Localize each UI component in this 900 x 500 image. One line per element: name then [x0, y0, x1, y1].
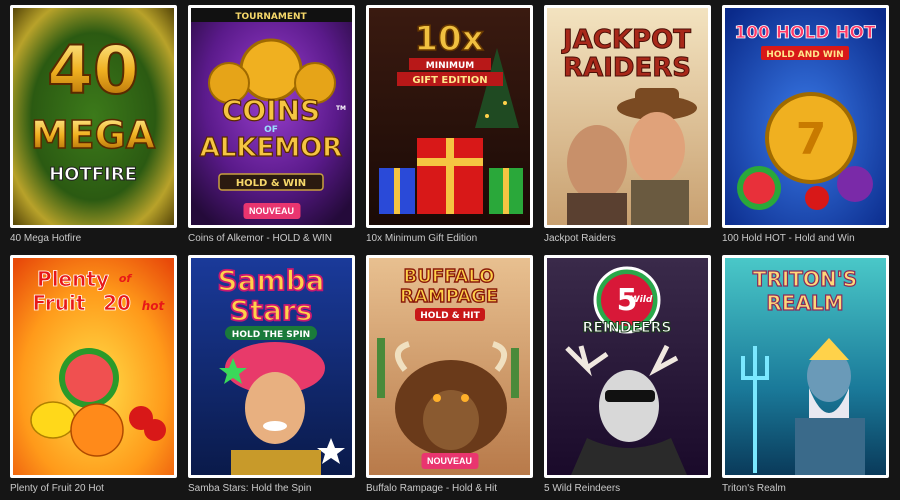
art-line1: 100 HOLD HOT	[734, 23, 876, 43]
art-line1: JACKPOT	[561, 25, 691, 55]
art-line2: REALM	[766, 291, 843, 315]
game-art: 40 MEGA HOTFIRE	[13, 8, 174, 225]
game-title[interactable]: Coins of Alkemor - HOLD & WIN	[188, 233, 358, 244]
character-face	[245, 372, 305, 444]
game-title[interactable]: Plenty of Fruit 20 Hot	[10, 483, 180, 494]
game-thumbnail[interactable]: 5 Wild REINDEERS	[544, 255, 711, 478]
coin-icon	[239, 38, 303, 102]
game-art: BUFFALO RAMPAGE HOLD & HIT	[369, 258, 530, 475]
art-line2: MINIMUM	[426, 61, 474, 71]
game-art: Plenty of Fruit 20 hot	[13, 258, 174, 475]
character-face	[629, 112, 685, 184]
game-thumbnail[interactable]: JACKPOT RAIDERS	[544, 5, 711, 228]
sunglasses-icon	[605, 390, 655, 402]
art-line1: 40	[47, 32, 139, 109]
game-thumbnail[interactable]: Samba Stars HOLD THE SPIN	[188, 255, 355, 478]
art-line1: TRITON'S	[753, 267, 857, 291]
game-art: 5 Wild REINDEERS	[547, 258, 708, 475]
game-title[interactable]: 100 Hold HOT - Hold and Win	[722, 233, 892, 244]
art-line1: 10x	[414, 19, 483, 59]
game-thumbnail[interactable]: 10x MINIMUM GIFT EDITION	[366, 5, 533, 228]
art-sub: HOLD THE SPIN	[232, 330, 310, 340]
art-line2: RAIDERS	[563, 53, 691, 83]
orange-icon	[70, 403, 124, 457]
game-title[interactable]: Jackpot Raiders	[544, 233, 714, 244]
game-art: 10x MINIMUM GIFT EDITION	[369, 8, 530, 225]
game-art: TRITON'S REALM	[725, 258, 886, 475]
game-thumbnail[interactable]: Plenty of Fruit 20 hot	[10, 255, 177, 478]
game-thumbnail[interactable]: BUFFALO RAMPAGE HOLD & HIT NOUVEAU	[366, 255, 533, 478]
art-wild: Wild	[630, 295, 653, 305]
game-art: 100 HOLD HOT HOLD AND WIN 7	[725, 8, 886, 225]
art-sub: HOLD AND WIN	[766, 50, 843, 60]
art-line1: COINS	[222, 94, 320, 127]
character-face	[567, 125, 627, 201]
svg-text:7: 7	[796, 114, 827, 165]
art-hot: hot	[142, 299, 166, 313]
art-tm: TM	[336, 105, 346, 112]
cherry-icon	[805, 186, 829, 210]
game-title[interactable]: 10x Minimum Gift Edition	[366, 233, 536, 244]
game-art: TOURNAMENT COINS OF ALKEMOR TM HOLD & WI…	[191, 8, 352, 225]
game-art: Samba Stars HOLD THE SPIN	[191, 258, 352, 475]
game-art: JACKPOT RAIDERS	[547, 8, 708, 225]
art-line3: ALKEMOR	[200, 133, 343, 163]
game-title[interactable]: 40 Mega Hotfire	[10, 233, 180, 244]
art-line2: Fruit	[33, 291, 86, 315]
art-line3: GIFT EDITION	[412, 75, 487, 86]
game-title[interactable]: 5 Wild Reindeers	[544, 483, 714, 494]
game-title[interactable]: Samba Stars: Hold the Spin	[188, 483, 358, 494]
game-thumbnail[interactable]: TRITON'S REALM	[722, 255, 889, 478]
art-num: 20	[103, 291, 131, 315]
art-top: TOURNAMENT	[235, 12, 307, 22]
art-line2: RAMPAGE	[400, 286, 498, 307]
cactus-icon	[377, 338, 385, 398]
new-badge: NOUVEAU	[242, 203, 301, 219]
art-line3: HOTFIRE	[49, 164, 137, 185]
game-thumbnail[interactable]: TOURNAMENT COINS OF ALKEMOR TM HOLD & WI…	[188, 5, 355, 228]
art-line1: BUFFALO	[404, 266, 495, 287]
art-line1: REINDEERS	[583, 320, 672, 336]
art-of: of	[119, 272, 133, 285]
plum-icon	[837, 166, 873, 202]
game-title[interactable]: Triton's Realm	[722, 483, 892, 494]
art-line1: Samba	[217, 264, 324, 297]
art-line2: Stars	[230, 294, 313, 327]
cherry-icon	[144, 419, 166, 441]
art-line2: MEGA	[31, 113, 156, 157]
new-badge: NOUVEAU	[420, 453, 479, 469]
game-thumbnail[interactable]: 40 MEGA HOTFIRE	[10, 5, 177, 228]
art-line1: Plenty	[37, 267, 109, 291]
game-title[interactable]: Buffalo Rampage - Hold & Hit	[366, 483, 536, 494]
game-thumbnail[interactable]: 100 HOLD HOT HOLD AND WIN 7	[722, 5, 889, 228]
reindeer-face	[599, 370, 659, 442]
art-sub: HOLD & HIT	[420, 311, 480, 321]
art-sub: HOLD & WIN	[236, 178, 306, 189]
lemon-icon	[30, 401, 76, 439]
game-grid: 40 MEGA HOTFIRE 40 Mega Hotfire TOURNAME…	[0, 0, 900, 500]
cactus-icon	[511, 348, 519, 398]
